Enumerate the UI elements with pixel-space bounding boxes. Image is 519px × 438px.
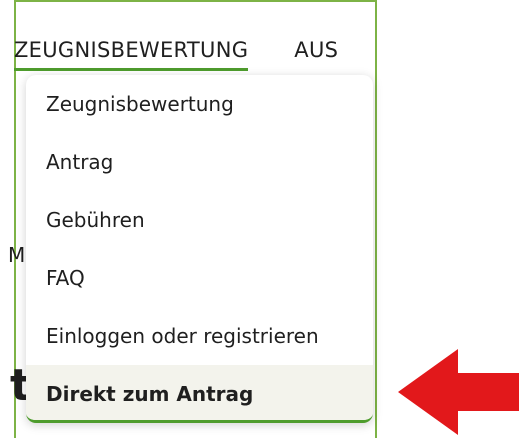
menu-item-antrag[interactable]: Antrag [26, 133, 373, 191]
menu-item-faq[interactable]: FAQ [26, 249, 373, 307]
red-left-arrow-icon [398, 349, 519, 435]
menu-item-einloggen[interactable]: Einloggen oder registrieren [26, 307, 373, 365]
main-navigation: ZEUGNISBEWERTUNG AUS [14, 38, 338, 72]
dropdown-menu: Zeugnisbewertung Antrag Gebühren FAQ Ein… [26, 75, 373, 423]
menu-item-direkt-zum-antrag[interactable]: Direkt zum Antrag [26, 365, 373, 420]
menu-item-gebuehren[interactable]: Gebühren [26, 191, 373, 249]
background-text-fragment: M [8, 243, 26, 267]
menu-item-zeugnisbewertung[interactable]: Zeugnisbewertung [26, 75, 373, 133]
nav-item-zeugnisbewertung[interactable]: ZEUGNISBEWERTUNG [14, 38, 249, 71]
nav-item-aus[interactable]: AUS [294, 38, 338, 66]
